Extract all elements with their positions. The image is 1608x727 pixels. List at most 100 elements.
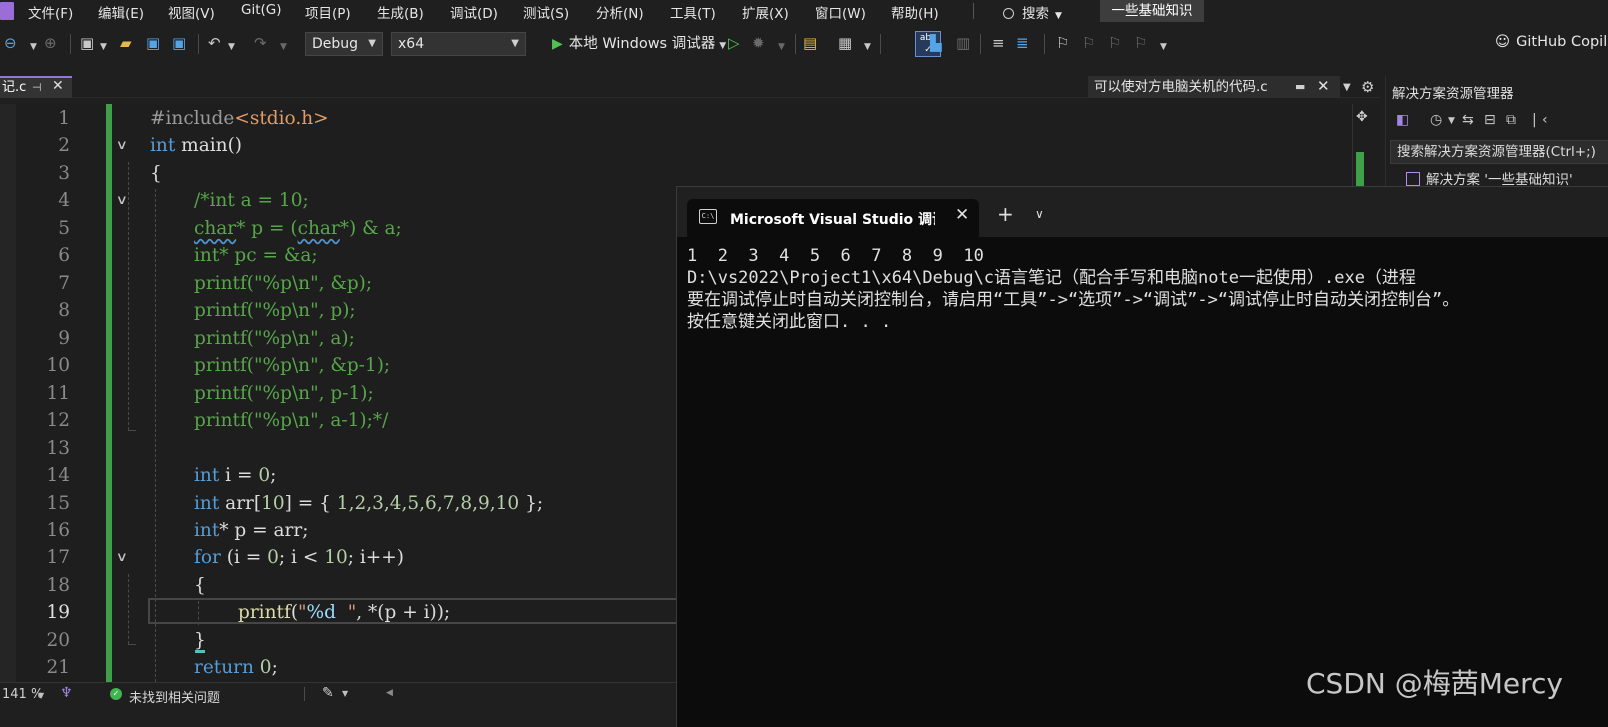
new-project-icon[interactable]: ▣	[80, 34, 94, 52]
chevron-down-icon[interactable]: ▼	[1448, 116, 1455, 126]
code-token: 0	[267, 547, 279, 568]
start-without-debugging-icon[interactable]: ▷	[728, 34, 740, 52]
github-copilot-button[interactable]: ☺ GitHub Copilot	[1495, 34, 1608, 50]
solution-explorer-search-input[interactable]: 搜索解决方案资源管理器(Ctrl+;)	[1390, 140, 1608, 164]
tab-title: 可以使对方电脑关机的代码.c	[1094, 79, 1268, 95]
solution-tree-item[interactable]: 解决方案 '一些基础知识'	[1406, 168, 1573, 188]
layout-icon[interactable]: ▦	[838, 34, 852, 52]
menu-project[interactable]: 项目(P)	[305, 2, 351, 22]
navigate-back-icon[interactable]: ⊖	[4, 34, 17, 52]
tab-title: 记.c	[2, 80, 27, 95]
configuration-select[interactable]: Debug ▼	[305, 32, 383, 56]
open-folder-icon[interactable]: ▰	[120, 34, 132, 52]
search-menu[interactable]: 搜索 ▼	[1003, 2, 1062, 22]
menu-git[interactable]: Git(G)	[241, 2, 282, 18]
hot-reload-icon[interactable]: ✹	[752, 34, 765, 52]
close-icon[interactable]: ✕	[1317, 75, 1330, 97]
search-icon	[1003, 8, 1014, 19]
collapse-all-icon[interactable]: ⊟	[1484, 112, 1496, 128]
history-icon[interactable]: ◷	[1430, 112, 1442, 128]
switch-views-icon[interactable]: ◧	[1396, 112, 1409, 128]
visual-studio-logo-icon	[0, 2, 14, 20]
code-token: char	[194, 218, 237, 239]
save-icon[interactable]: ▣	[146, 34, 160, 52]
code-token: ; i++)	[347, 547, 404, 568]
chevron-down-icon[interactable]: ▼	[228, 38, 235, 56]
tab-preview-document[interactable]: 可以使对方电脑关机的代码.c ▬ ✕	[1088, 76, 1340, 98]
close-icon[interactable]: ✕	[955, 205, 969, 225]
code-health-icon[interactable]: ♆	[60, 685, 73, 701]
pin-icon[interactable]: ▬	[1295, 76, 1305, 98]
comment-icon[interactable]: ▙	[930, 34, 942, 52]
outdent-icon[interactable]: ≣	[1016, 34, 1029, 52]
chevron-down-icon[interactable]: ▼	[280, 38, 287, 56]
code-token: int	[194, 520, 220, 541]
clear-bookmarks-icon[interactable]: ⚐	[1134, 34, 1147, 52]
undo-icon[interactable]: ↶	[208, 34, 221, 52]
close-icon[interactable]: ✕	[52, 77, 64, 96]
toolbar-separator	[880, 34, 881, 54]
console-tab[interactable]: C:\ Microsoft Visual Studio 调试控制台 ✕	[687, 199, 979, 237]
code-token: * p = (	[236, 218, 298, 239]
menu-build[interactable]: 生成(B)	[377, 2, 424, 22]
scroll-left-icon[interactable]: ◀	[386, 688, 393, 698]
chevron-down-icon[interactable]: ▼	[30, 38, 37, 56]
menu-file[interactable]: 文件(F)	[28, 2, 73, 22]
toolbar-separator	[70, 34, 71, 54]
line-number: 18	[46, 575, 70, 596]
change-tracking-bar	[106, 104, 112, 682]
uncomment-icon[interactable]: ▥	[956, 34, 970, 52]
chevron-down-icon: ▼	[719, 41, 727, 51]
chevron-down-icon[interactable]: ▼	[100, 38, 107, 56]
outline-guide	[128, 574, 129, 644]
code-cleanup-brush-icon[interactable]: ✎	[322, 685, 334, 701]
more-icon[interactable]: ‹	[1542, 112, 1548, 128]
menu-help[interactable]: 帮助(H)	[891, 2, 939, 22]
menu-extensions[interactable]: 扩展(X)	[742, 2, 789, 22]
indent-icon[interactable]: ≡	[992, 34, 1005, 52]
tab-list-dropdown-icon[interactable]: ▼	[1343, 82, 1351, 93]
split-editor-icon[interactable]: ✥	[1356, 109, 1368, 125]
chevron-down-icon: ▼	[368, 38, 376, 49]
navigate-forward-icon[interactable]: ⊕	[44, 34, 57, 52]
bookmark-icon[interactable]: ⚐	[1056, 34, 1069, 52]
fold-chevron-icon[interactable]: ∨	[116, 132, 137, 159]
menu-analyze[interactable]: 分析(N)	[596, 2, 644, 22]
overflow-icon[interactable]: ▼	[864, 38, 871, 56]
issues-status-text[interactable]: 未找到相关问题	[129, 687, 220, 706]
next-bookmark-icon[interactable]: ⚐	[1108, 34, 1121, 52]
new-tab-icon[interactable]: +	[997, 202, 1014, 226]
chevron-down-icon[interactable]: ▼	[342, 689, 348, 698]
redo-icon[interactable]: ↷	[254, 34, 267, 52]
copy-icon[interactable]: ⧉	[1506, 112, 1516, 128]
menu-tools[interactable]: 工具(T)	[670, 2, 716, 22]
code-line: printf("%p\n", p);	[194, 300, 356, 321]
menu-view[interactable]: 视图(V)	[168, 2, 215, 22]
overflow-icon[interactable]: ▼	[1160, 38, 1167, 56]
save-all-icon[interactable]: ▣	[172, 34, 186, 52]
chevron-down-icon[interactable]: ∨	[1035, 207, 1044, 221]
browse-files-icon[interactable]: ▤	[803, 34, 817, 52]
sync-icon[interactable]: ⇆	[1462, 112, 1474, 128]
fold-chevron-icon[interactable]: ∨	[116, 187, 137, 214]
previous-bookmark-icon[interactable]: ⚐	[1082, 34, 1095, 52]
code-token: #include	[150, 108, 235, 129]
debug-console-window[interactable]: C:\ Microsoft Visual Studio 调试控制台 ✕ + ∨ …	[676, 186, 1608, 727]
menu-window[interactable]: 窗口(W)	[815, 2, 866, 22]
chevron-down-icon[interactable]: ▼	[778, 38, 785, 56]
menu-edit[interactable]: 编辑(E)	[98, 2, 144, 22]
code-token: (	[290, 602, 299, 623]
tab-active-document[interactable]: 记.c ⊣ ✕	[0, 76, 72, 98]
start-debugging-button[interactable]: ▶ 本地 Windows 调试器 ▼	[552, 32, 726, 56]
console-output-line: 要在调试停止时自动关闭控制台，请启用“工具”->“选项”->“调试”->“调试停…	[687, 290, 1460, 310]
platform-select[interactable]: x64 ▼	[391, 32, 526, 56]
menu-test[interactable]: 测试(S)	[523, 2, 569, 22]
chevron-down-icon[interactable]: ▼	[38, 691, 44, 700]
menu-debug[interactable]: 调试(D)	[450, 2, 498, 22]
fold-chevron-icon[interactable]: ∨	[116, 544, 137, 571]
gear-icon[interactable]: ⚙	[1361, 78, 1374, 96]
console-output-line: D:\vs2022\Project1\x64\Debug\c语言笔记（配合手写和…	[687, 268, 1416, 288]
toolbar-separator: |	[1532, 112, 1537, 128]
code-token: "	[298, 602, 307, 623]
pin-icon[interactable]: ⊣	[32, 78, 42, 97]
